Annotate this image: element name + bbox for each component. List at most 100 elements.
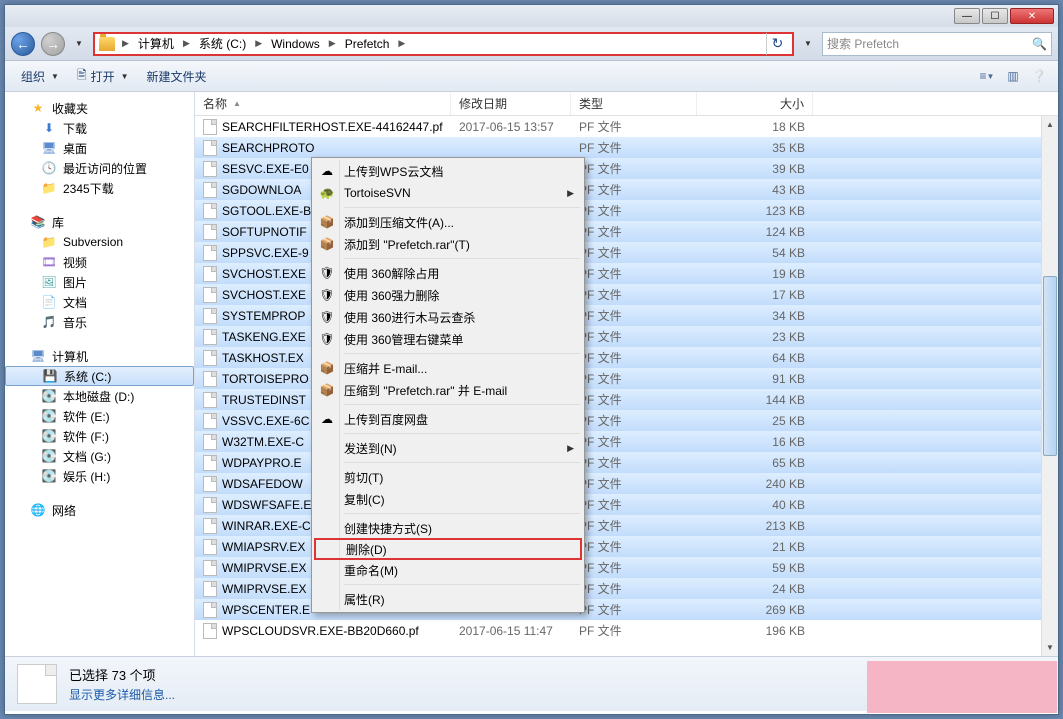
sidebar-recent[interactable]: 🕓最近访问的位置 — [5, 158, 194, 178]
sidebar-pictures[interactable]: 🖼图片 — [5, 272, 194, 292]
search-input[interactable]: 搜索 Prefetch 🔍 — [822, 32, 1052, 56]
column-size[interactable]: 大小 — [697, 92, 813, 115]
search-icon[interactable]: 🔍 — [1032, 37, 1047, 51]
open-button[interactable]: 🖹打开▼ — [69, 63, 137, 90]
file-icon — [203, 581, 217, 597]
scroll-up-button[interactable]: ▲ — [1042, 116, 1058, 133]
organize-button[interactable]: 组织▼ — [13, 65, 67, 88]
refresh-button[interactable]: ↻ — [766, 33, 788, 55]
sidebar-favorites-header[interactable]: ★收藏夹 — [5, 98, 194, 118]
sidebar-drive-e[interactable]: 💽软件 (E:) — [5, 406, 194, 426]
context-menu-item[interactable]: 创建快捷方式(S) — [314, 517, 582, 539]
crumb-computer[interactable]: 计算机 — [136, 34, 176, 54]
chevron-right-icon[interactable]: ▶ — [393, 38, 410, 49]
menu-item-icon: 📦 — [318, 235, 336, 253]
context-menu-item[interactable]: 重命名(M) — [314, 559, 582, 581]
menu-item-label: 压缩并 E-mail... — [344, 360, 427, 377]
file-size: 19 KB — [697, 267, 813, 281]
file-row[interactable]: SEARCHFILTERHOST.EXE-44162447.pf2017-06-… — [195, 116, 1058, 137]
sidebar-desktop[interactable]: 🖥桌面 — [5, 138, 194, 158]
menu-item-label: TortoiseSVN — [344, 186, 411, 200]
sidebar-drive-d[interactable]: 💽本地磁盘 (D:) — [5, 386, 194, 406]
sidebar-downloads[interactable]: ⬇下载 — [5, 118, 194, 138]
menu-item-icon: 🛡 — [318, 330, 336, 348]
context-menu-item[interactable]: 📦压缩并 E-mail... — [314, 357, 582, 379]
file-name: TASKHOST.EX — [222, 351, 304, 365]
chevron-right-icon[interactable]: ▶ — [117, 38, 134, 49]
file-icon — [203, 518, 217, 534]
context-menu-item[interactable]: 发送到(N)▶ — [314, 437, 582, 459]
context-menu-item[interactable]: ☁上传到WPS云文档 — [314, 160, 582, 182]
context-menu-item[interactable]: 剪切(T) — [314, 466, 582, 488]
file-type: PF 文件 — [571, 559, 697, 576]
vertical-scrollbar[interactable]: ▲ ▼ — [1041, 116, 1058, 656]
file-type: PF 文件 — [571, 202, 697, 219]
context-menu-item[interactable]: 🐢TortoiseSVN▶ — [314, 182, 582, 204]
crumb-prefetch[interactable]: Prefetch — [343, 34, 392, 54]
file-icon — [17, 664, 57, 704]
sidebar-drive-f[interactable]: 💽软件 (F:) — [5, 426, 194, 446]
scroll-down-button[interactable]: ▼ — [1042, 639, 1058, 656]
chevron-right-icon[interactable]: ▶ — [324, 38, 341, 49]
file-size: 39 KB — [697, 162, 813, 176]
forward-button[interactable]: → — [41, 32, 65, 56]
status-more-details-link[interactable]: 显示更多详细信息... — [69, 686, 175, 703]
sidebar-videos[interactable]: 🎞视频 — [5, 252, 194, 272]
help-button[interactable]: ❔ — [1028, 65, 1050, 87]
file-size: 269 KB — [697, 603, 813, 617]
context-menu-item[interactable]: 属性(R) — [314, 588, 582, 610]
menu-item-label: 剪切(T) — [344, 469, 383, 486]
path-dropdown[interactable]: ▼ — [800, 34, 816, 54]
sidebar-subversion[interactable]: 📁Subversion — [5, 232, 194, 252]
file-type: PF 文件 — [571, 622, 697, 639]
back-button[interactable]: ← — [11, 32, 35, 56]
context-menu-item[interactable]: 🛡使用 360强力删除 — [314, 284, 582, 306]
sidebar-2345-downloads[interactable]: 📁2345下载 — [5, 178, 194, 198]
column-date[interactable]: 修改日期 — [451, 92, 571, 115]
file-row[interactable]: SEARCHPROTOPF 文件35 KB — [195, 137, 1058, 158]
context-menu-item[interactable]: ☁上传到百度网盘 — [314, 408, 582, 430]
breadcrumb-path[interactable]: ▶ 计算机 ▶ 系统 (C:) ▶ Windows ▶ Prefetch ▶ ↻ — [93, 32, 794, 56]
menu-item-label: 添加到压缩文件(A)... — [344, 214, 454, 231]
file-icon — [203, 497, 217, 513]
file-type: PF 文件 — [571, 223, 697, 240]
sidebar-documents[interactable]: 📄文档 — [5, 292, 194, 312]
context-menu-item[interactable]: 📦添加到压缩文件(A)... — [314, 211, 582, 233]
menu-item-icon: ☁ — [318, 410, 336, 428]
navigation-sidebar: ★收藏夹 ⬇下载 🖥桌面 🕓最近访问的位置 📁2345下载 📚库 📁Subver… — [5, 92, 195, 656]
sidebar-drive-h[interactable]: 💽娱乐 (H:) — [5, 466, 194, 486]
view-options-button[interactable]: ≡ ▼ — [976, 65, 998, 87]
file-type: PF 文件 — [571, 349, 697, 366]
scroll-thumb[interactable] — [1043, 276, 1057, 456]
chevron-right-icon[interactable]: ▶ — [178, 38, 195, 49]
preview-pane-button[interactable]: ▥ — [1002, 65, 1024, 87]
file-name: SEARCHPROTO — [222, 141, 314, 155]
maximize-button[interactable]: ☐ — [982, 8, 1008, 24]
menu-item-label: 删除(D) — [346, 541, 387, 558]
sidebar-computer-header[interactable]: 🖥计算机 — [5, 346, 194, 366]
minimize-button[interactable]: — — [954, 8, 980, 24]
history-dropdown[interactable]: ▼ — [71, 34, 87, 54]
file-row[interactable]: WPSCLOUDSVR.EXE-BB20D660.pf2017-06-15 11… — [195, 620, 1058, 641]
context-menu-item[interactable]: 📦添加到 "Prefetch.rar"(T) — [314, 233, 582, 255]
new-folder-button[interactable]: 新建文件夹 — [139, 65, 215, 88]
context-menu-item[interactable]: 复制(C) — [314, 488, 582, 510]
column-type[interactable]: 类型 — [571, 92, 697, 115]
sidebar-music[interactable]: 🎵音乐 — [5, 312, 194, 332]
crumb-windows[interactable]: Windows — [269, 34, 322, 54]
sidebar-drive-g[interactable]: 💽文档 (G:) — [5, 446, 194, 466]
sidebar-network-header[interactable]: 🌐网络 — [5, 500, 194, 520]
context-menu-item[interactable]: 删除(D) — [314, 538, 582, 560]
close-button[interactable]: ✕ — [1010, 8, 1054, 24]
crumb-drive-c[interactable]: 系统 (C:) — [197, 34, 248, 54]
context-menu-item[interactable]: 🛡使用 360管理右键菜单 — [314, 328, 582, 350]
chevron-right-icon[interactable]: ▶ — [250, 38, 267, 49]
context-menu-item[interactable]: 🛡使用 360进行木马云查杀 — [314, 306, 582, 328]
file-type: PF 文件 — [571, 496, 697, 513]
sidebar-libraries-header[interactable]: 📚库 — [5, 212, 194, 232]
context-menu-item[interactable]: 🛡使用 360解除占用 — [314, 262, 582, 284]
sidebar-drive-c[interactable]: 💾系统 (C:) — [5, 366, 194, 386]
column-name[interactable]: 名称▲ — [195, 92, 451, 115]
context-menu-item[interactable]: 📦压缩到 "Prefetch.rar" 并 E-mail — [314, 379, 582, 401]
menu-item-label: 压缩到 "Prefetch.rar" 并 E-mail — [344, 382, 507, 399]
